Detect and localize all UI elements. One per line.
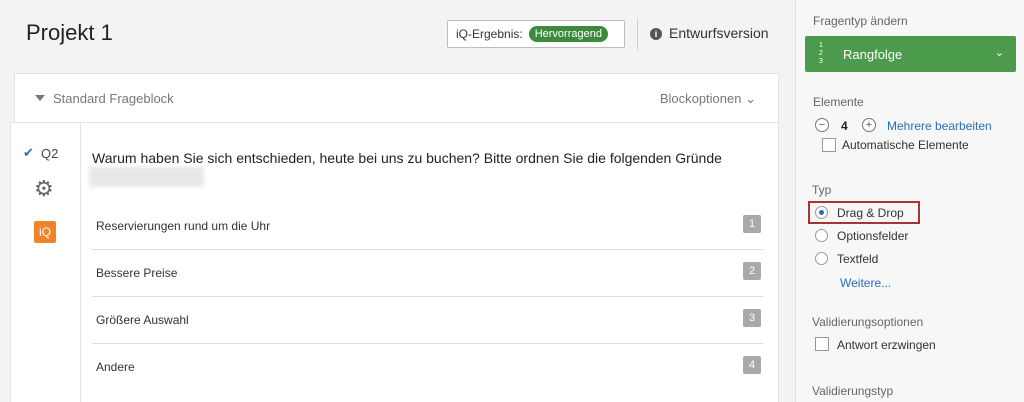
choice-label[interactable]: Größere Auswahl <box>96 313 189 327</box>
chevron-down-icon: ⌄ <box>994 47 1004 59</box>
header-divider <box>637 18 638 50</box>
choice-list: Reservierungen rund um die Uhr 1 Bessere… <box>92 203 763 391</box>
edit-multiple-link[interactable]: Mehrere bearbeiten <box>887 119 992 133</box>
editor-header: Projekt 1 iQ-Ergebnis: Hervorragend i En… <box>0 0 795 70</box>
ranking-icon: 123 <box>819 42 823 65</box>
collapse-caret-icon[interactable] <box>35 95 45 101</box>
rank-badge: 2 <box>743 262 761 280</box>
block-title[interactable]: Standard Frageblock <box>53 91 174 106</box>
more-types-link[interactable]: Weitere... <box>840 276 891 290</box>
radio-option-fields[interactable] <box>815 229 828 242</box>
question-block-header: Standard Frageblock Blockoptionen ⌄ <box>14 73 779 123</box>
change-type-label: Fragentyp ändern <box>813 14 908 28</box>
choice-row[interactable]: Bessere Preise 2 <box>92 250 763 297</box>
type-label: Typ <box>812 183 832 197</box>
elements-count[interactable]: 4 <box>841 119 848 133</box>
rank-badge: 1 <box>743 215 761 233</box>
choice-label[interactable]: Reservierungen rund um die Uhr <box>96 219 270 233</box>
auto-elements-checkbox[interactable] <box>822 138 836 152</box>
info-icon: i <box>650 28 662 40</box>
elements-label: Elemente <box>813 95 864 109</box>
question-type-value: Rangfolge <box>843 47 903 62</box>
choice-row[interactable]: Größere Auswahl 3 <box>92 297 763 344</box>
increment-button[interactable]: + <box>862 118 876 132</box>
iq-score-button[interactable]: iQ-Ergebnis: Hervorragend <box>447 20 625 48</box>
draft-version-label[interactable]: Entwurfsversion <box>669 25 769 41</box>
validation-type-label: Validierungstyp <box>812 384 894 398</box>
rank-badge: 3 <box>743 309 761 327</box>
validation-options-label: Validierungsoptionen <box>812 315 924 329</box>
iq-score-badge: Hervorragend <box>528 26 608 42</box>
iq-icon[interactable]: iQ <box>34 221 56 243</box>
gear-icon[interactable]: ⚙ <box>34 178 54 200</box>
force-answer-checkbox[interactable] <box>815 337 829 351</box>
rank-badge: 4 <box>743 356 761 374</box>
question-select-checkbox[interactable]: ✔ <box>23 146 35 159</box>
question-type-dropdown[interactable]: 123 Rangfolge ⌄ <box>805 36 1016 72</box>
auto-elements-label: Automatische Elemente <box>842 138 969 152</box>
question-number: Q2 <box>41 146 59 161</box>
question-text-blurred <box>89 167 204 187</box>
radio-text-field[interactable] <box>815 252 828 265</box>
force-answer-label: Antwort erzwingen <box>837 338 936 352</box>
project-title: Projekt 1 <box>26 20 113 45</box>
radio-drag-drop-label[interactable]: Drag & Drop <box>837 206 904 220</box>
question-rail: ✔ Q2 ⚙ iQ <box>11 123 81 402</box>
block-options-button[interactable]: Blockoptionen ⌄ <box>660 91 756 107</box>
radio-option-fields-label[interactable]: Optionsfelder <box>837 229 908 243</box>
question-text[interactable]: Warum haben Sie sich entschieden, heute … <box>92 150 722 166</box>
choice-label[interactable]: Andere <box>96 360 135 374</box>
survey-editor: Projekt 1 iQ-Ergebnis: Hervorragend i En… <box>0 0 795 402</box>
radio-text-field-label[interactable]: Textfeld <box>837 252 878 266</box>
choice-label[interactable]: Bessere Preise <box>96 266 177 280</box>
radio-drag-drop[interactable] <box>815 206 828 219</box>
iq-score-label: iQ-Ergebnis: <box>456 27 523 41</box>
choice-row[interactable]: Andere 4 <box>92 344 763 391</box>
decrement-button[interactable]: − <box>815 118 829 132</box>
question-card[interactable]: ✔ Q2 ⚙ iQ Warum haben Sie sich entschied… <box>10 122 779 402</box>
choice-row[interactable]: Reservierungen rund um die Uhr 1 <box>92 203 763 250</box>
